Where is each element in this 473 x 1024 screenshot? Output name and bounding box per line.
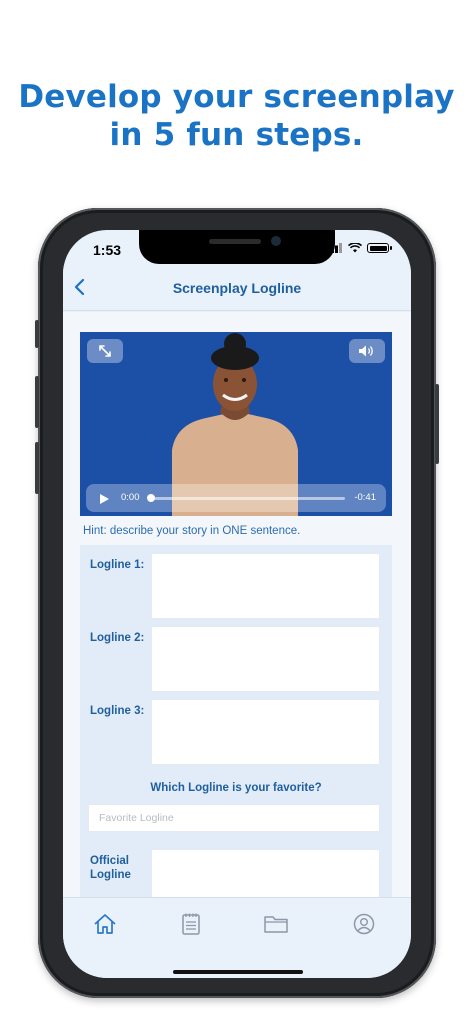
tab-bar [63, 897, 411, 978]
play-button[interactable] [98, 492, 110, 510]
logline-3-input[interactable] [151, 699, 380, 765]
expand-icon [99, 345, 111, 357]
front-camera [271, 236, 281, 246]
home-indicator [173, 970, 303, 974]
signal-icon [327, 243, 342, 253]
home-icon [94, 914, 116, 934]
hint-text: Hint: describe your story in ONE sentenc… [83, 525, 301, 537]
progress-thumb[interactable] [147, 494, 155, 502]
tab-notes[interactable] [177, 910, 205, 938]
headline-line-1: Develop your screenplay [18, 79, 455, 115]
mute-switch [35, 320, 39, 348]
phone-screen: 1:53 Screenplay Logline 0:00 -0:41 Hint:… [63, 230, 411, 978]
video-controls: 0:00 -0:41 [86, 484, 386, 512]
play-icon [100, 494, 109, 504]
wifi-icon [348, 243, 362, 253]
headline-line-2: in 5 fun steps. [109, 117, 364, 153]
battery-icon [367, 243, 392, 253]
remaining-time: -0:41 [354, 492, 376, 503]
tab-home[interactable] [91, 910, 119, 938]
logline-2-label: Logline 2: [90, 632, 145, 644]
nav-bar: Screenplay Logline [63, 266, 411, 311]
logline-3-label: Logline 3: [90, 705, 145, 717]
speaker [209, 239, 261, 244]
video-player[interactable]: 0:00 -0:41 [80, 332, 392, 516]
notch [139, 230, 335, 264]
current-time: 0:00 [121, 492, 140, 503]
volume-up-button [35, 376, 39, 428]
logline-form: Logline 1: Logline 2: Logline 3: Which L… [80, 545, 392, 905]
logline-1-input[interactable] [151, 553, 380, 619]
volume-button[interactable] [349, 339, 385, 363]
folder-icon [264, 916, 288, 933]
logline-1-label: Logline 1: [90, 559, 145, 571]
tab-folder[interactable] [262, 910, 290, 938]
status-icons [327, 243, 392, 253]
favorite-question: Which Logline is your favorite? [150, 782, 322, 794]
official-logline-label: Official Logline [90, 854, 131, 882]
profile-icon [353, 913, 375, 935]
power-button [435, 384, 439, 464]
status-time: 1:53 [93, 242, 122, 258]
progress-track[interactable] [150, 497, 345, 500]
volume-down-button [35, 442, 39, 494]
page-title: Screenplay Logline [172, 280, 302, 296]
content-area: 0:00 -0:41 Hint: describe your story in … [63, 312, 411, 905]
official-label-line-1: Official [90, 855, 129, 867]
tab-profile[interactable] [350, 910, 378, 938]
notepad-icon [182, 913, 200, 935]
logline-2-input[interactable] [151, 626, 380, 692]
favorite-logline-input[interactable]: Favorite Logline [88, 804, 380, 832]
speaker-volume-icon [359, 345, 373, 357]
phone-frame: 1:53 Screenplay Logline 0:00 -0:41 Hint:… [35, 208, 439, 998]
headline: Develop your screenplay in 5 fun steps. [0, 78, 473, 154]
fullscreen-button[interactable] [87, 339, 123, 363]
official-label-line-2: Logline [90, 869, 131, 881]
